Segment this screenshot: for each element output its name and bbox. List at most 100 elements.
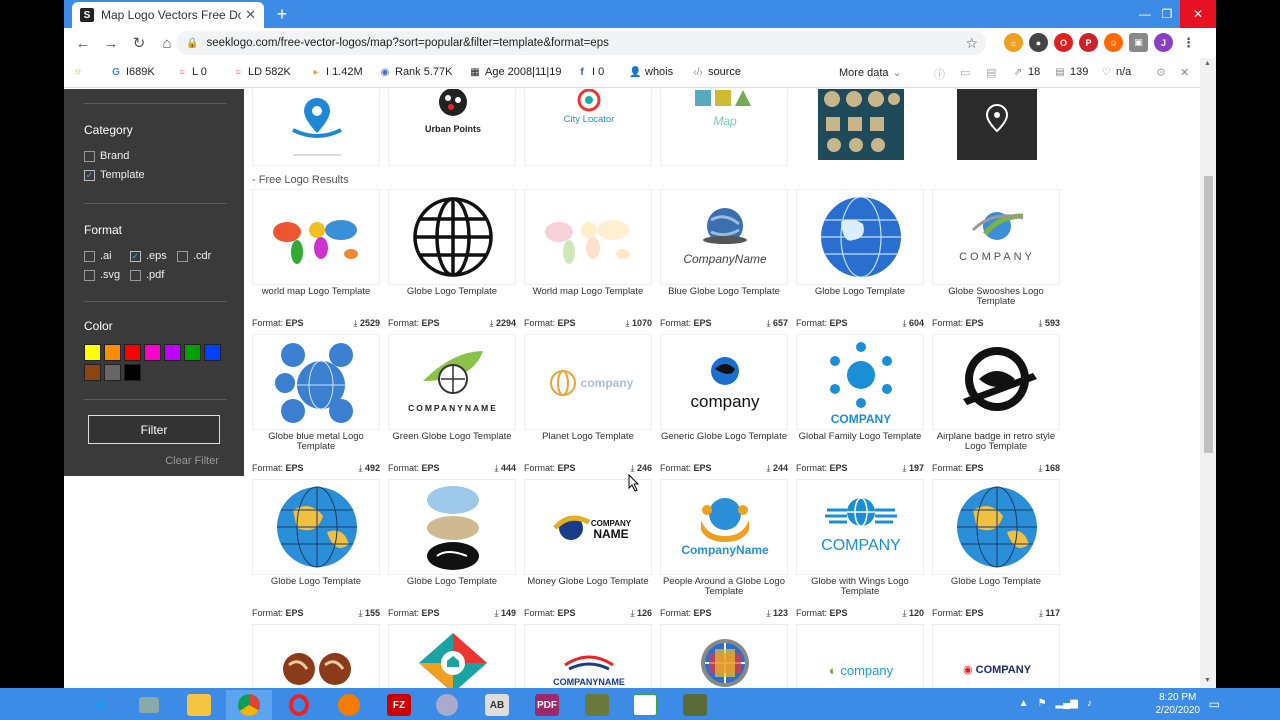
- color-swatch[interactable]: [104, 344, 121, 361]
- taskbar-chrome-icon[interactable]: [226, 690, 272, 720]
- color-swatch[interactable]: [184, 344, 201, 361]
- logo-card-badges[interactable]: [796, 89, 924, 166]
- format-pdf-checkbox[interactable]: .pdf: [130, 269, 164, 281]
- category-template-checkbox[interactable]: ✓ Template: [84, 169, 145, 181]
- taskbar-opera-icon[interactable]: [276, 690, 322, 720]
- back-icon[interactable]: ←: [70, 30, 96, 56]
- ext-icon[interactable]: ●: [1029, 33, 1048, 52]
- logo-caption[interactable]: Globe Logo Template: [252, 577, 380, 587]
- logo-card-dark-pin[interactable]: [932, 89, 1060, 166]
- tray-volume-icon[interactable]: ♪: [1087, 698, 1092, 709]
- seo-settings-icon[interactable]: ⚙: [1156, 66, 1166, 79]
- logo-card[interactable]: CompanyName: [660, 189, 788, 285]
- seo-external-links[interactable]: ⇗ 18: [1012, 66, 1040, 78]
- logo-card-urban-points[interactable]: Urban Points: [388, 89, 516, 166]
- format-svg-checkbox[interactable]: .svg: [84, 269, 120, 281]
- taskbar-ie-icon[interactable]: e: [78, 690, 124, 720]
- seo-compare-icon[interactable]: ▭: [960, 66, 970, 79]
- logo-card[interactable]: [388, 479, 516, 575]
- seo-close-icon[interactable]: ✕: [1180, 66, 1189, 79]
- seo-whois[interactable]: 👤 whois: [629, 66, 673, 78]
- logo-card[interactable]: [388, 189, 516, 285]
- logo-card[interactable]: [252, 189, 380, 285]
- logo-card-color-globe[interactable]: [660, 624, 788, 688]
- filter-button[interactable]: Filter: [88, 415, 220, 444]
- logo-card[interactable]: company: [660, 334, 788, 430]
- color-swatch[interactable]: [84, 364, 101, 381]
- pinterest-ext-icon[interactable]: P: [1079, 33, 1098, 52]
- seo-density-icon[interactable]: ▤: [986, 66, 996, 79]
- seoquake-logo-icon[interactable]: ☼: [72, 66, 84, 77]
- color-swatch[interactable]: [164, 344, 181, 361]
- logo-card-location-pin[interactable]: [252, 89, 380, 166]
- forward-icon[interactable]: →: [98, 30, 124, 56]
- logo-caption[interactable]: World map Logo Template: [524, 287, 652, 297]
- color-swatch[interactable]: [84, 344, 101, 361]
- logo-caption[interactable]: Globe Logo Template: [388, 287, 516, 297]
- window-close-icon[interactable]: ✕: [1180, 0, 1216, 28]
- logo-card[interactable]: COMPANYNAME: [388, 334, 516, 430]
- opera-ext-icon[interactable]: O: [1054, 33, 1073, 52]
- taskbar-firefox-icon[interactable]: [326, 690, 372, 720]
- logo-card-bronze-globes[interactable]: [252, 624, 380, 688]
- format-eps-checkbox[interactable]: ✓ .eps: [130, 250, 167, 262]
- format-cdr-checkbox[interactable]: .cdr: [177, 250, 211, 262]
- logo-card[interactable]: company: [524, 334, 652, 430]
- logo-caption[interactable]: People Around a Globe Logo Template: [660, 577, 788, 597]
- seo-rank[interactable]: ◉ Rank 5.77K: [379, 66, 453, 78]
- seo-google-index[interactable]: G I689K: [110, 66, 155, 78]
- taskbar-abbyy-icon[interactable]: AB: [474, 690, 520, 720]
- logo-card-map[interactable]: Map: [660, 89, 788, 166]
- taskbar-pdf-icon[interactable]: PDF: [524, 690, 570, 720]
- menu-icon[interactable]: ⋮: [1179, 33, 1198, 52]
- notifications-icon[interactable]: ▭: [1209, 697, 1220, 711]
- taskbar-task-view-icon[interactable]: [126, 690, 172, 720]
- logo-card[interactable]: COMPANY: [932, 189, 1060, 285]
- logo-card[interactable]: [932, 479, 1060, 575]
- reload-icon[interactable]: ↻: [126, 30, 152, 56]
- logo-caption[interactable]: Money Globe Logo Template: [524, 577, 652, 587]
- taskbar-filezilla-icon[interactable]: FZ: [376, 690, 422, 720]
- logo-card[interactable]: [932, 334, 1060, 430]
- logo-caption[interactable]: Generic Globe Logo Template: [660, 432, 788, 442]
- taskbar-explorer-icon[interactable]: [176, 690, 222, 720]
- new-tab-icon[interactable]: +: [271, 3, 293, 25]
- color-swatch[interactable]: [104, 364, 121, 381]
- logo-card[interactable]: COMPANY: [796, 334, 924, 430]
- logo-card[interactable]: [252, 479, 380, 575]
- seo-linking-domains[interactable]: ○ LD 582K: [232, 66, 291, 78]
- browser-tab[interactable]: S Map Logo Vectors Free Downloa ✕: [72, 2, 264, 28]
- tab-close-icon[interactable]: ✕: [245, 7, 256, 23]
- logo-caption[interactable]: Globe with Wings Logo Template: [796, 577, 924, 597]
- logo-card-navy-company[interactable]: ◉ COMPANY: [932, 624, 1060, 688]
- color-swatch[interactable]: [144, 344, 161, 361]
- taskbar-app2-icon[interactable]: [574, 690, 620, 720]
- seoquake-ext-icon[interactable]: ☼: [1004, 33, 1023, 52]
- seo-facebook[interactable]: fI 0: [576, 66, 604, 78]
- seo-source[interactable]: ‹/› source: [692, 66, 741, 78]
- logo-caption[interactable]: Airplane badge in retro style Logo Templ…: [932, 432, 1060, 452]
- logo-card-airline[interactable]: COMPANYNAME: [524, 624, 652, 688]
- logo-card-compass-home[interactable]: [388, 624, 516, 688]
- seo-na[interactable]: ♡ n/a: [1100, 66, 1132, 78]
- logo-card-green-company[interactable]: ◐ company: [796, 624, 924, 688]
- category-brand-checkbox[interactable]: Brand: [84, 150, 129, 162]
- logo-card[interactable]: COMPANYNAME: [524, 479, 652, 575]
- taskbar-app3-icon[interactable]: [672, 690, 718, 720]
- color-swatch[interactable]: [204, 344, 221, 361]
- restore-icon[interactable]: ❐: [1152, 0, 1182, 28]
- color-swatch[interactable]: [124, 364, 141, 381]
- logo-caption[interactable]: Globe Logo Template: [796, 287, 924, 297]
- logo-card[interactable]: [524, 189, 652, 285]
- taskbar-chart-icon[interactable]: [622, 690, 668, 720]
- logo-card[interactable]: COMPANY: [796, 479, 924, 575]
- logo-card[interactable]: [252, 334, 380, 430]
- logo-card[interactable]: CompanyName: [660, 479, 788, 575]
- clear-filter-link[interactable]: Clear Filter: [165, 455, 219, 467]
- profile-avatar[interactable]: J: [1154, 33, 1173, 52]
- tray-network-icon[interactable]: ▂▄▆: [1056, 698, 1078, 709]
- page-scrollbar[interactable]: ▲ ▼: [1200, 58, 1216, 688]
- logo-card[interactable]: [796, 189, 924, 285]
- logo-caption[interactable]: Globe Swooshes Logo Template: [932, 287, 1060, 307]
- bookmark-star-icon[interactable]: ☆: [965, 35, 978, 52]
